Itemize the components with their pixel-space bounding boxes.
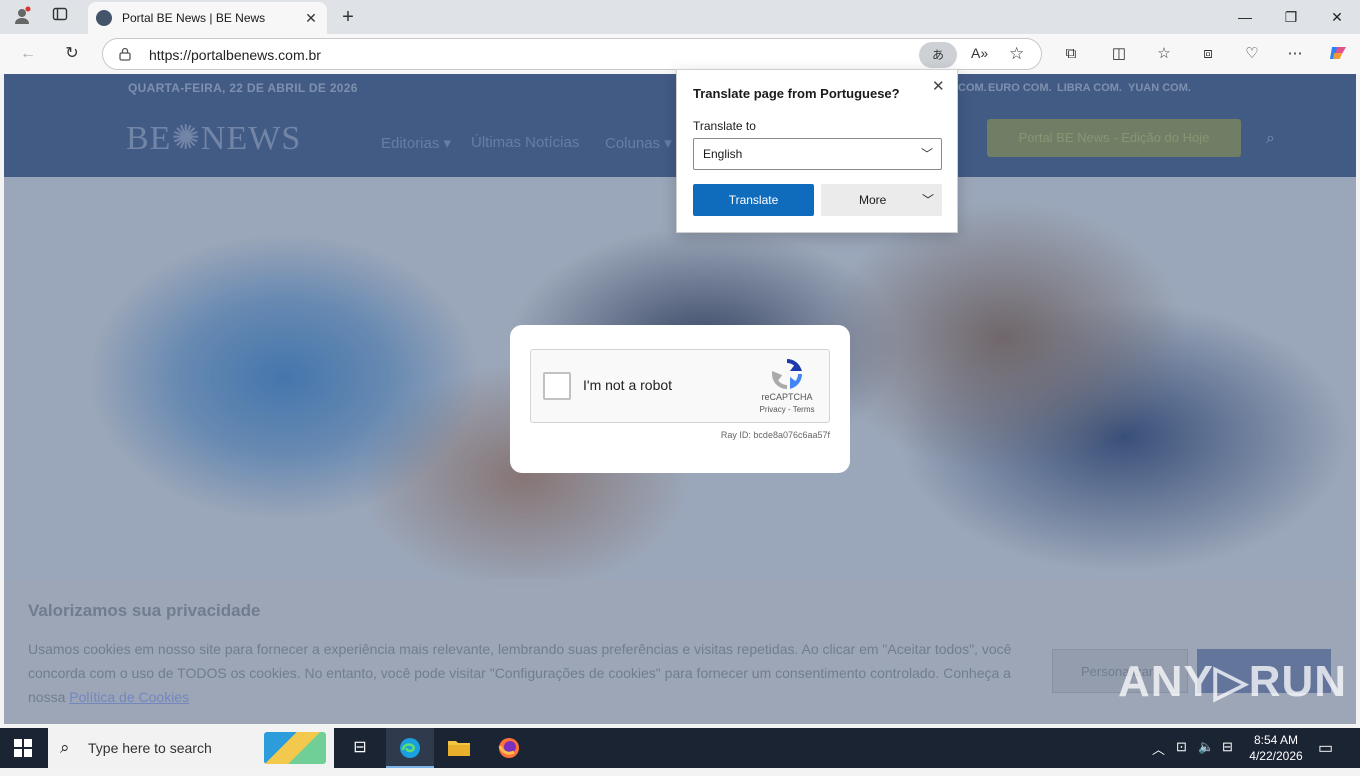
read-aloud-icon[interactable]: A» xyxy=(971,45,988,61)
edge-taskbar-icon[interactable] xyxy=(386,728,434,768)
more-button-label: More xyxy=(859,193,887,207)
task-view-icon[interactable]: ⊟ xyxy=(336,728,384,768)
favorites-icon[interactable]: ☆ xyxy=(1153,43,1175,65)
search-icon: ⌕ xyxy=(60,738,70,757)
more-button[interactable]: More ﹀ xyxy=(821,184,942,216)
language-select[interactable]: English ﹀ xyxy=(693,138,942,170)
translate-popup: Translate page from Portuguese? ✕ Transl… xyxy=(676,69,958,233)
translate-button[interactable]: Translate xyxy=(693,184,814,216)
recaptcha-widget: I'm not a robot reCAPTCHA Privacy - Term… xyxy=(530,349,830,423)
search-highlight-icon xyxy=(264,732,326,764)
ray-id: Ray ID: bcde8a076c6aa57f xyxy=(720,430,830,440)
windows-start-icon[interactable] xyxy=(14,739,32,757)
recaptcha-brand: reCAPTCHA xyxy=(761,392,813,402)
tab-strip: Portal BE News | BE News ✕ + — ❐ ✕ xyxy=(0,0,1360,34)
refresh-icon[interactable]: ↻ xyxy=(60,42,84,66)
clock[interactable]: 8:54 AM 4/22/2026 xyxy=(1244,732,1308,764)
close-window-icon[interactable]: ✕ xyxy=(1314,0,1360,34)
chevron-down-icon: ﹀ xyxy=(920,147,933,161)
translate-to-label: Translate to xyxy=(693,119,756,133)
back-icon[interactable]: ← xyxy=(16,42,40,66)
chevron-down-icon: ﹀ xyxy=(921,193,934,207)
taskbar-search-placeholder: Type here to search xyxy=(88,740,212,756)
taskbar-search[interactable]: ⌕ Type here to search xyxy=(48,728,334,768)
tab-portal-be-news[interactable]: Portal BE News | BE News ✕ xyxy=(88,2,327,34)
firefox-icon[interactable] xyxy=(485,728,533,768)
minimize-icon[interactable]: — xyxy=(1222,0,1268,34)
recaptcha-label: I'm not a robot xyxy=(583,377,673,393)
network-icon[interactable]: ⊟ xyxy=(1222,739,1233,755)
url-text[interactable]: https://portalbenews.com.br xyxy=(149,47,321,63)
address-bar[interactable]: https://portalbenews.com.br あ A» ☆ xyxy=(102,38,1042,70)
recaptcha-checkbox[interactable] xyxy=(543,372,571,400)
clock-date: 4/22/2026 xyxy=(1249,749,1303,763)
tab-actions-icon[interactable] xyxy=(49,6,71,28)
extensions-icon[interactable]: ⧉ xyxy=(1060,43,1082,65)
captcha-card: I'm not a robot reCAPTCHA Privacy - Term… xyxy=(510,325,850,473)
anyrun-watermark: ANY▷RUN xyxy=(1118,657,1348,706)
browser-essentials-icon[interactable]: ♡ xyxy=(1241,43,1263,65)
copilot-icon[interactable] xyxy=(1327,43,1349,65)
notification-icon[interactable]: ▭ xyxy=(1318,738,1333,758)
more-options-icon[interactable]: ⋯ xyxy=(1284,43,1306,65)
globe-icon xyxy=(96,10,112,26)
close-tab-icon[interactable]: ✕ xyxy=(303,10,319,26)
language-value: English xyxy=(703,147,743,161)
tab-title: Portal BE News | BE News xyxy=(122,11,266,25)
file-explorer-icon[interactable] xyxy=(435,728,483,768)
collections-icon[interactable]: ⧈ xyxy=(1197,43,1219,65)
lock-icon[interactable] xyxy=(119,47,133,61)
profile-icon[interactable] xyxy=(11,6,33,28)
close-popup-icon[interactable]: ✕ xyxy=(932,77,945,95)
taskbar: ⌕ Type here to search ⊟ ︿ ⊡ 🔈 ⊟ 8:54 AM … xyxy=(0,728,1360,768)
recaptcha-logo-icon xyxy=(771,358,803,390)
translate-title: Translate page from Portuguese? xyxy=(693,86,900,101)
clock-time: 8:54 AM xyxy=(1253,733,1299,747)
split-screen-icon[interactable]: ◫ xyxy=(1108,43,1130,65)
restore-icon[interactable]: ❐ xyxy=(1268,0,1314,34)
translate-icon[interactable]: あ xyxy=(919,42,957,68)
new-tab-icon[interactable]: + xyxy=(337,6,359,28)
chevron-up-icon[interactable]: ︿ xyxy=(1152,739,1165,758)
recaptcha-links[interactable]: Privacy - Terms xyxy=(745,405,829,414)
favorite-star-icon[interactable]: ☆ xyxy=(1009,44,1024,64)
browser-toolbar: ← ↻ https://portalbenews.com.br あ A» ☆ ⧉… xyxy=(0,34,1360,74)
volume-icon[interactable]: 🔈 xyxy=(1198,739,1214,755)
meet-now-icon[interactable]: ⊡ xyxy=(1176,739,1187,755)
